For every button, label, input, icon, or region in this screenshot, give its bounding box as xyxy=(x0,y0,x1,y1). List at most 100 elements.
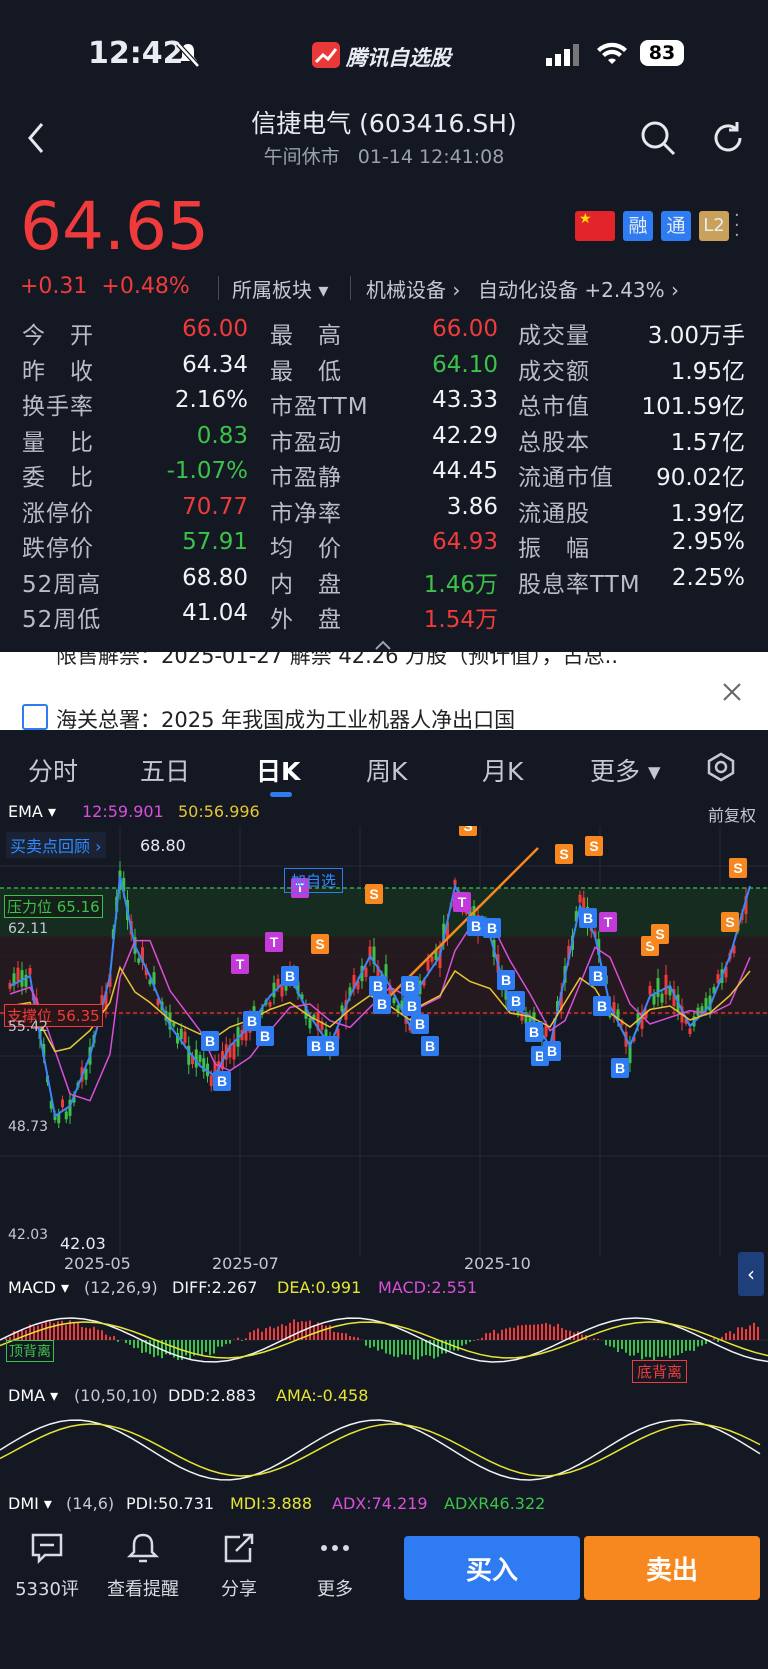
tab-daily-k[interactable]: 日K xyxy=(256,752,300,788)
refresh-icon[interactable] xyxy=(710,120,746,160)
stat-label: 成交额 xyxy=(518,358,590,385)
divider xyxy=(218,276,219,300)
add-watch-button[interactable]: 加自选 xyxy=(284,868,344,893)
macd-diff: DIFF:2.267 xyxy=(172,1278,258,1297)
macd-params: (12,26,9) xyxy=(84,1278,158,1297)
pressure-line-label: 压力位 65.16 xyxy=(4,895,103,918)
marker-letter: S xyxy=(655,926,664,942)
tab-more[interactable]: 更多 ▾ xyxy=(590,752,661,788)
sector-dropdown[interactable]: 所属板块 ▾ xyxy=(232,274,328,303)
candle-body xyxy=(688,1028,692,1035)
ema-selector[interactable]: EMA ▾ xyxy=(8,802,56,821)
alert-label: 查看提醒 xyxy=(107,1579,179,1600)
news-banner[interactable]: 限售解禁：2025-01-27 解禁 42.26 万股（预计值），占总.. 海关… xyxy=(0,652,768,730)
stat-value: 3.86 xyxy=(446,493,498,520)
tab-intraday[interactable]: 分时 xyxy=(28,752,78,788)
sell-button[interactable]: 卖出 xyxy=(584,1536,760,1600)
badge-margin[interactable]: 融 xyxy=(623,211,653,241)
x-label: 2025-10 xyxy=(464,1254,531,1273)
candle-body xyxy=(648,985,652,995)
review-button[interactable]: 买卖点回顾 › xyxy=(6,832,106,858)
stat-value: 90.02亿 xyxy=(656,465,745,491)
candle-body xyxy=(656,978,660,997)
candle-body xyxy=(28,967,32,975)
settings-icon[interactable] xyxy=(706,752,736,786)
stat-value: 3.00万手 xyxy=(647,323,745,349)
dmi-adxr: ADXR46.322 xyxy=(444,1494,546,1513)
price-change: +0.31 xyxy=(20,274,88,299)
adjust-mode[interactable]: 前复权 xyxy=(708,802,756,826)
candle-body xyxy=(660,993,664,1003)
stat-value: 1.57亿 xyxy=(670,429,745,456)
marker-letter: S xyxy=(315,936,324,952)
stat-label: 振 幅 xyxy=(518,536,590,562)
stat-label: 涨停价 xyxy=(22,500,94,527)
candle-body xyxy=(183,1031,187,1043)
candle-body xyxy=(430,956,434,962)
y-label: 62.11 xyxy=(8,921,49,937)
macd-value: MACD:2.551 xyxy=(378,1278,478,1297)
search-icon[interactable] xyxy=(640,120,676,160)
mute-icon xyxy=(176,42,200,72)
stat-label: 总股本 xyxy=(518,429,590,456)
y-label: 42.03 xyxy=(8,1227,49,1243)
dmi-header: DMI ▾ (14,6) PDI:50.731 MDI:3.888 ADX:74… xyxy=(0,1492,768,1516)
bottom-divergence-tag: 底背离 xyxy=(632,1360,688,1383)
more-button[interactable]: 更多 xyxy=(290,1532,380,1601)
kline-chart[interactable]: BBBBBBBBBBBBBBBBBBBBBBBBTTTTTTSSSSSSSSS xyxy=(0,826,768,1266)
stat-value: 64.34 xyxy=(182,351,248,378)
candle-body xyxy=(652,994,656,1005)
marker-letter: B xyxy=(415,1016,425,1032)
stat-label: 流通股 xyxy=(518,500,590,527)
sector-link-2[interactable]: 自动化设备 +2.43% › xyxy=(478,274,679,303)
marker-letter: B xyxy=(425,1038,435,1054)
comment-icon xyxy=(30,1532,64,1569)
news-line-2[interactable]: 海关总署：2025 年我国成为工业机器人净出口国 xyxy=(56,704,515,730)
signal-icon xyxy=(546,44,582,70)
macd-selector[interactable]: MACD ▾ xyxy=(8,1278,69,1297)
close-icon[interactable] xyxy=(722,682,742,706)
more-dots-icon xyxy=(318,1532,352,1569)
dma-ddd: DDD:2.883 xyxy=(168,1386,257,1405)
candle-body xyxy=(61,1099,64,1108)
candle-body xyxy=(392,997,396,1004)
stat-label: 外 盘 xyxy=(270,607,342,633)
candle-body xyxy=(64,1111,68,1120)
stats-grid: 今 开 66.00 昨 收 64.34 换手率 2.16% 量 比 0.83 委 比 -1.07%… xyxy=(0,316,768,636)
buy-button[interactable]: 买入 xyxy=(404,1536,580,1600)
badge-l2[interactable]: L2 xyxy=(699,211,729,241)
price-change-pct: +0.48% xyxy=(101,274,190,299)
alert-button[interactable]: 查看提醒 xyxy=(98,1532,188,1601)
dma-chart[interactable] xyxy=(0,1406,768,1488)
marker-letter: T xyxy=(236,956,245,972)
review-label: 买卖点回顾 xyxy=(10,837,91,856)
stat-label: 市盈静 xyxy=(270,465,342,491)
market-status: 午间休市 01-14 12:41:08 xyxy=(184,142,584,169)
share-button[interactable]: 分享 xyxy=(194,1532,284,1601)
marker-letter: B xyxy=(593,968,603,984)
battery-icon: 83 xyxy=(640,40,684,66)
dma-ama: AMA:-0.458 xyxy=(276,1386,369,1405)
tab-weekly-k[interactable]: 周K xyxy=(366,752,407,788)
dma-selector[interactable]: DMA ▾ xyxy=(8,1386,58,1405)
badge-connect[interactable]: 通 xyxy=(661,211,691,241)
stat-label: 市盈动 xyxy=(270,429,342,456)
ema12-value: 12:59.901 xyxy=(82,802,164,821)
marker-letter: B xyxy=(311,1038,321,1054)
candle-body xyxy=(232,1042,236,1060)
back-icon[interactable] xyxy=(24,120,48,160)
dmi-selector[interactable]: DMI ▾ xyxy=(8,1494,52,1513)
stat-value: 66.00 xyxy=(182,316,248,342)
dmi-adx: ADX:74.219 xyxy=(332,1494,428,1513)
dmi-name: DMI xyxy=(8,1494,39,1513)
tab-monthly-k[interactable]: 月K xyxy=(482,752,523,788)
marker-letter: B xyxy=(501,972,511,988)
y-label: 48.73 xyxy=(8,1119,49,1135)
candle-body xyxy=(209,1075,213,1087)
more-vertical-icon[interactable]: · · · xyxy=(734,207,740,245)
status-time: 12:42 xyxy=(88,36,184,71)
sector-link-1[interactable]: 机械设备 › xyxy=(366,274,460,303)
tab-five-day[interactable]: 五日 xyxy=(140,752,190,788)
news-line-1[interactable]: 限售解禁：2025-01-27 解禁 42.26 万股（预计值），占总.. xyxy=(56,652,618,670)
comment-button[interactable]: 5330评 xyxy=(2,1532,92,1601)
